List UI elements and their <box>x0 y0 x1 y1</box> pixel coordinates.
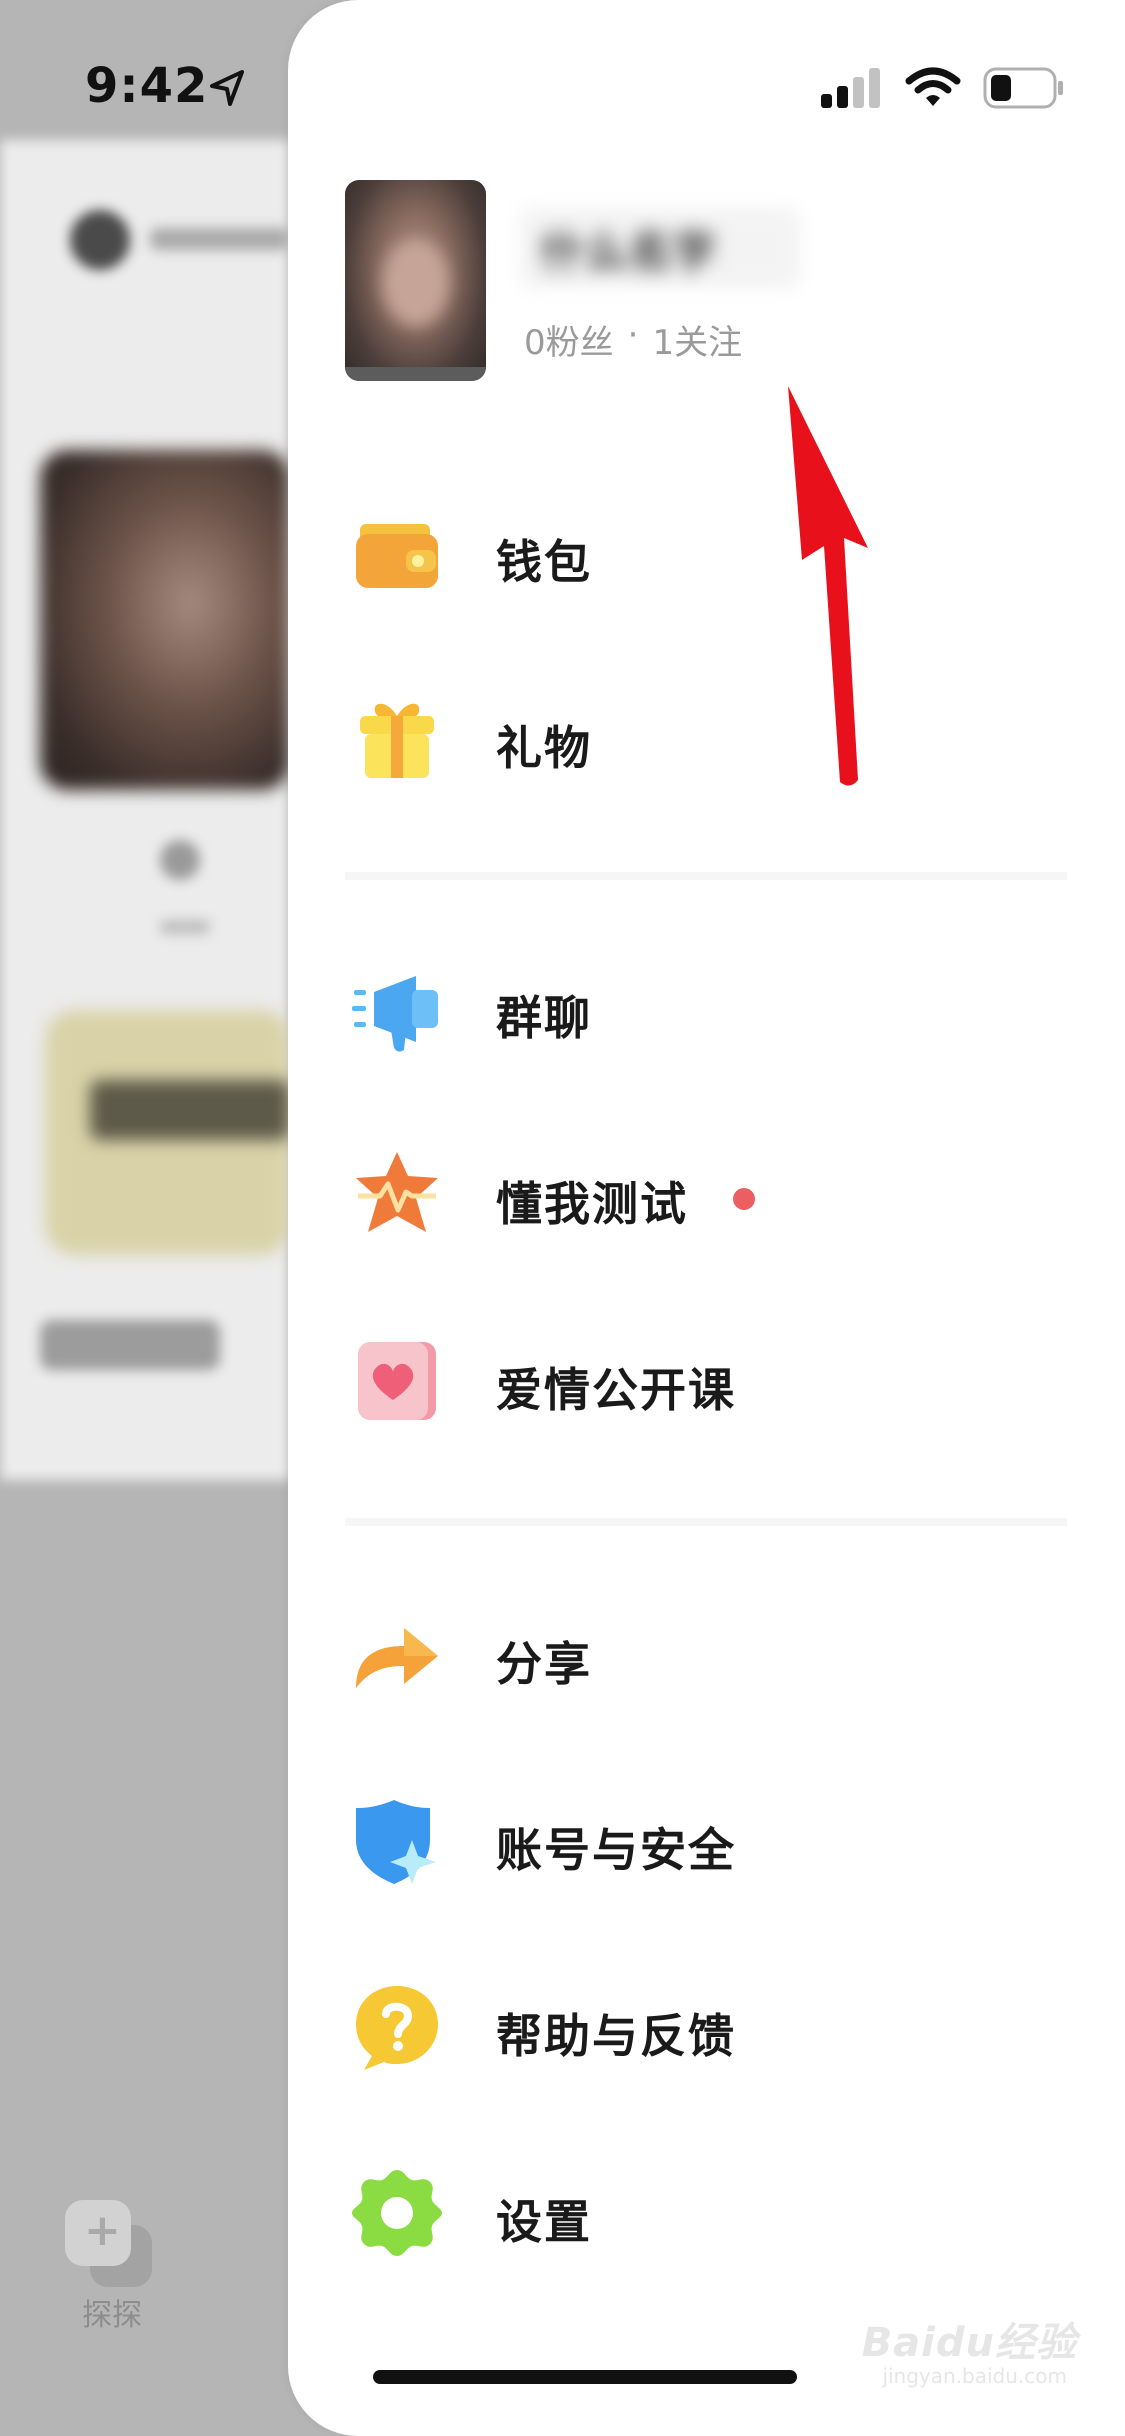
menu-label-gift: 礼物 <box>496 721 592 775</box>
following-count[interactable]: 1关注 <box>652 315 742 364</box>
status-icons <box>821 66 1065 110</box>
menu-item-share[interactable]: 分享 <box>288 1582 1125 1722</box>
red-arrow-annotation <box>783 381 873 790</box>
tantan-tab-label: 探探 <box>82 2298 142 2333</box>
menu-label-love-course: 爱情公开课 <box>496 1363 736 1417</box>
section-divider <box>345 872 1067 880</box>
menu-item-group-chat[interactable]: 群聊 <box>288 936 1125 1076</box>
background-title-line <box>150 228 290 250</box>
megaphone-icon <box>352 976 438 1052</box>
background-grey-pill <box>40 1320 220 1370</box>
tantan-tab-icon[interactable]: + <box>60 2195 160 2295</box>
wallet-icon <box>356 524 438 588</box>
menu-label-account-security: 账号与安全 <box>496 1823 736 1877</box>
help-bubble-icon <box>356 1986 438 2070</box>
gear-icon <box>352 2170 442 2256</box>
menu-label-share: 分享 <box>496 1637 592 1691</box>
menu-label-group-chat: 群聊 <box>496 991 592 1045</box>
menu-item-settings[interactable]: 设置 <box>288 2140 1125 2280</box>
shield-icon <box>356 1800 436 1884</box>
profile-avatar[interactable] <box>345 180 486 381</box>
menu-label-help-feedback: 帮助与反馈 <box>496 2009 736 2063</box>
home-indicator[interactable] <box>373 2370 797 2384</box>
location-arrow-icon <box>210 70 244 106</box>
heart-book-icon <box>358 1342 436 1420</box>
section-divider <box>345 1518 1067 1526</box>
profile-stats: 0粉丝 · 1关注 <box>524 315 742 364</box>
menu-label-test: 懂我测试 <box>496 1177 688 1231</box>
background-yellow-card-text <box>90 1080 290 1140</box>
background-avatar-dot <box>70 210 130 270</box>
background-small-text <box>160 920 210 934</box>
background-profile-photo <box>40 450 290 790</box>
menu-item-wallet[interactable]: 钱包 <box>288 480 1125 620</box>
baidu-watermark: Baidu经验 <box>861 2320 1077 2366</box>
fans-count[interactable]: 0粉丝 <box>524 315 614 364</box>
menu-item-account-security[interactable]: 账号与安全 <box>288 1768 1125 1908</box>
side-drawer-menu: 什么名字 0粉丝 · 1关注 钱包 礼物 群聊 懂我测试 爱情公开课 分享 账号… <box>288 0 1125 2436</box>
notification-dot <box>733 1188 755 1210</box>
menu-item-help-feedback[interactable]: 帮助与反馈 <box>288 1954 1125 2094</box>
share-arrow-icon <box>356 1628 438 1688</box>
background-card <box>0 140 290 1480</box>
menu-item-test[interactable]: 懂我测试 <box>288 1122 1125 1262</box>
cellular-signal-icon <box>821 68 880 108</box>
stats-separator: · <box>627 315 639 355</box>
menu-item-gift[interactable]: 礼物 <box>288 666 1125 806</box>
pulse-star-icon <box>356 1152 438 1232</box>
background-small-icon <box>160 840 200 880</box>
status-time: 9:42 <box>85 58 209 114</box>
wifi-icon <box>905 67 961 106</box>
menu-label-wallet: 钱包 <box>496 535 592 589</box>
menu-label-settings: 设置 <box>496 2195 592 2249</box>
baidu-watermark-url: jingyan.baidu.com <box>882 2364 1067 2388</box>
profile-name[interactable]: 什么名字 <box>520 208 800 288</box>
gift-icon <box>360 703 434 778</box>
battery-icon <box>983 67 1063 109</box>
menu-item-love-course[interactable]: 爱情公开课 <box>288 1308 1125 1448</box>
